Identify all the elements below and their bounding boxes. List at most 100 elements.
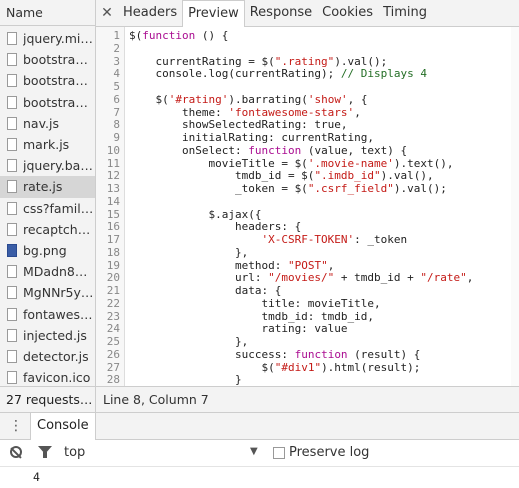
devtools-network-panel: Name jquery.min.js bootstrap.min.css boots… — [0, 0, 519, 413]
line-number: 17 — [106, 233, 120, 246]
preserve-log-label[interactable]: Preserve log — [289, 445, 369, 460]
line-number: 1 — [113, 29, 120, 42]
file-row[interactable]: fontawesome-stars.css — [0, 303, 95, 324]
close-icon[interactable]: ✕ — [96, 0, 118, 26]
document-file-icon — [7, 265, 17, 279]
document-file-icon — [7, 201, 17, 215]
console-toolbar: top ▼ Preserve log — [0, 440, 519, 467]
line-number: 5 — [113, 80, 120, 93]
file-row[interactable]: recaptcha_en.js — [0, 219, 95, 240]
more-options-icon[interactable]: ⋮ — [9, 419, 23, 433]
file-row[interactable]: favicon.ico — [0, 367, 95, 388]
file-name: nav.js — [23, 115, 59, 131]
code-line: title: movieTitle, — [129, 296, 381, 310]
document-file-icon — [7, 138, 17, 152]
file-name: detector.js — [23, 348, 89, 364]
document-file-icon — [7, 159, 17, 173]
line-number: 25 — [106, 335, 120, 348]
code-scrollbar[interactable] — [511, 27, 519, 386]
clear-console-icon[interactable] — [10, 446, 22, 458]
filter-icon-stem — [43, 452, 47, 458]
document-file-icon — [7, 53, 17, 67]
file-name: jquery.min.js — [23, 31, 95, 47]
status-bar: 27 requests | 1.2 MB transferred Line 8,… — [0, 386, 519, 413]
code-line: }, — [129, 245, 249, 259]
file-name: jquery.barrating.js — [23, 158, 95, 174]
file-name: MDadn8DA... — [23, 264, 95, 280]
file-row[interactable]: jquery.min.js — [0, 28, 95, 49]
document-file-icon — [7, 116, 17, 130]
tab-response[interactable]: Response — [245, 0, 317, 26]
document-file-icon — [7, 74, 17, 88]
tab-preview[interactable]: Preview — [182, 0, 245, 27]
file-name: bootstrap.min.css — [23, 52, 95, 68]
document-file-icon — [7, 307, 17, 321]
chevron-down-icon[interactable]: ▼ — [250, 446, 258, 457]
file-row[interactable]: MgNNr5y1... — [0, 282, 95, 303]
file-name: favicon.ico — [23, 370, 91, 386]
status-divider — [95, 387, 96, 413]
document-file-icon — [7, 180, 17, 194]
tab-console[interactable]: Console — [30, 413, 96, 440]
line-number: 9 — [113, 131, 120, 144]
code-line: $(function () { — [129, 29, 229, 42]
line-number: 2 — [113, 41, 120, 55]
line-number: 14 — [106, 194, 120, 208]
detail-tabs: ✕ Headers Preview Response Cookies Timing — [96, 0, 519, 27]
file-name: bootstrap-theme.min.css — [23, 73, 95, 89]
preserve-log-checkbox[interactable] — [273, 447, 285, 459]
file-row[interactable]: css?family=... — [0, 198, 95, 219]
image-file-icon — [7, 243, 17, 257]
document-file-icon — [7, 95, 17, 109]
line-number: 26 — [106, 347, 120, 361]
drawer-tabs: ⋮ Console — [0, 413, 519, 440]
file-row[interactable]: bootstrap.min.css — [0, 49, 95, 70]
request-list: Name jquery.min.js bootstrap.min.css boots… — [0, 0, 96, 412]
file-row[interactable]: mark.js — [0, 134, 95, 155]
document-file-icon — [7, 222, 17, 236]
file-list: jquery.min.js bootstrap.min.css bootstrap-… — [0, 28, 95, 388]
context-selector[interactable]: top — [64, 445, 85, 460]
file-name: bootstrap-theme.css — [23, 94, 95, 110]
file-row[interactable]: detector.js — [0, 346, 95, 367]
file-row[interactable]: bootstrap-theme.min.css — [0, 70, 95, 91]
tab-cookies[interactable]: Cookies — [317, 0, 378, 26]
code-line: console.log(currentRating); // Displays … — [129, 67, 428, 81]
file-name: mark.js — [23, 137, 70, 153]
line-number: 22 — [106, 296, 120, 310]
file-row[interactable]: injected.js — [0, 325, 95, 346]
code-line: 'X-CSRF-TOKEN': _token — [261, 233, 408, 246]
file-row[interactable]: jquery.barrating.js — [0, 155, 95, 176]
line-number: 13 — [106, 182, 120, 195]
tab-headers[interactable]: Headers — [118, 0, 182, 26]
code-line: } — [129, 373, 242, 386]
file-row[interactable]: MDadn8DA... — [0, 261, 95, 282]
console-output-line: 4 — [33, 470, 40, 484]
file-name: recaptcha_en.js — [23, 221, 95, 237]
name-column-header[interactable]: Name — [0, 0, 95, 26]
file-name: injected.js — [23, 327, 87, 343]
document-file-icon — [7, 32, 17, 46]
tab-timing[interactable]: Timing — [378, 0, 432, 26]
line-number: 10 — [106, 143, 120, 157]
file-row[interactable]: bootstrap-theme.css — [0, 92, 95, 113]
file-name: rate.js — [23, 179, 63, 195]
file-row[interactable]: bg.png — [0, 240, 95, 261]
preview-code-viewer[interactable]: 1 $(function () {2 3 currentRating = $(".r… — [96, 27, 519, 386]
file-name: fontawesome-stars.css — [23, 306, 95, 322]
file-row[interactable]: rate.js — [0, 176, 95, 198]
image-file-icon — [7, 371, 17, 385]
request-summary: 27 requests | 1.2 MB transferred — [6, 392, 94, 407]
line-number: 28 — [106, 373, 120, 386]
line-number: 18 — [106, 245, 120, 259]
code-line: _token = $(".csrf_field").val(); — [129, 182, 447, 195]
file-name: MgNNr5y1... — [23, 285, 95, 301]
document-file-icon — [7, 349, 17, 363]
line-number: 6 — [113, 92, 120, 106]
file-name: css?family=... — [23, 200, 95, 216]
document-file-icon — [7, 328, 17, 342]
code-line: }, — [129, 335, 249, 348]
file-row[interactable]: nav.js — [0, 113, 95, 134]
file-name: bg.png — [23, 242, 67, 258]
line-number: 21 — [106, 284, 120, 297]
